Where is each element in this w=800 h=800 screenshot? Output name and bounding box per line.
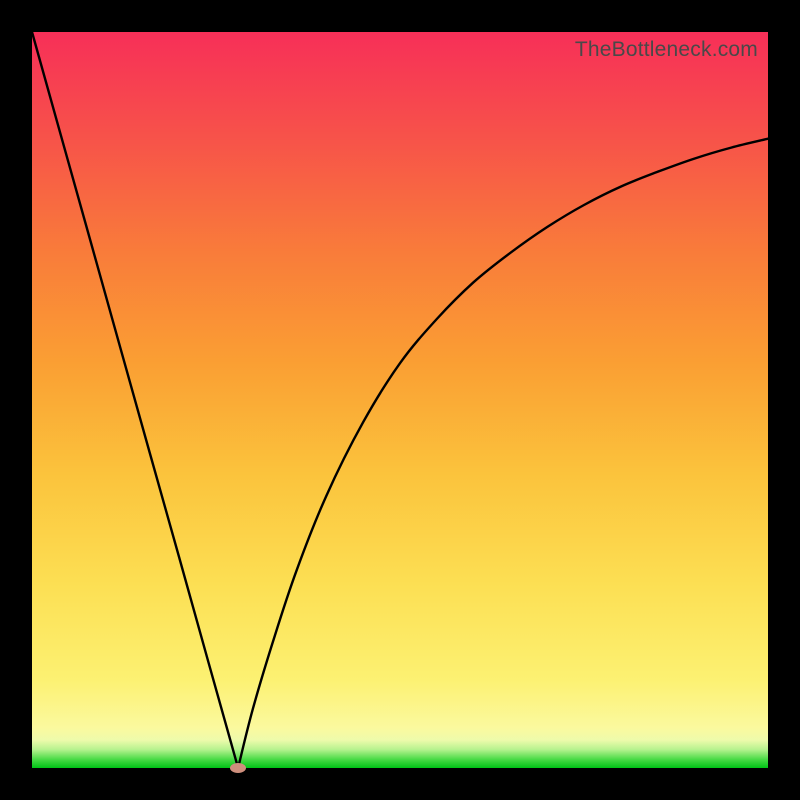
- plot-area: TheBottleneck.com: [32, 32, 768, 768]
- minimum-marker: [230, 763, 246, 773]
- bottleneck-curve: [32, 32, 768, 768]
- chart-frame: TheBottleneck.com: [0, 0, 800, 800]
